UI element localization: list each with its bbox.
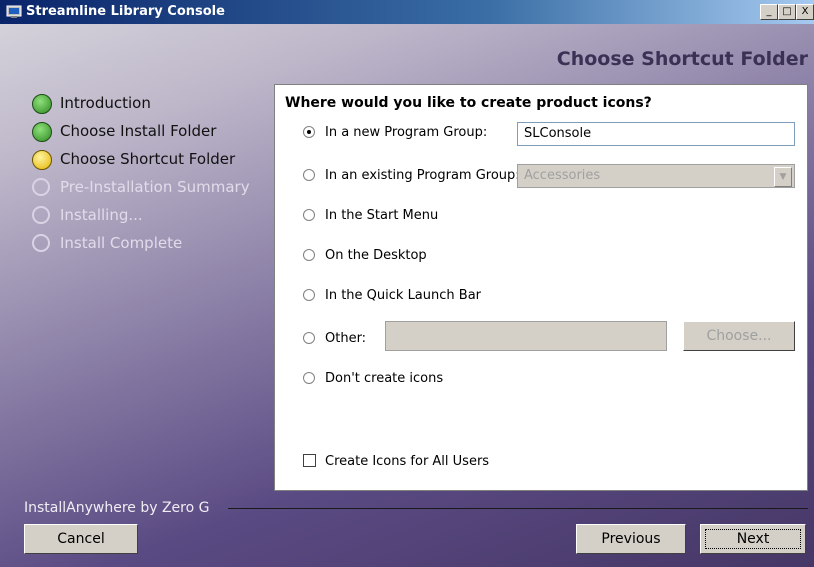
existing-program-group-value: Accessories (524, 168, 601, 183)
chevron-down-icon[interactable]: ▼ (774, 167, 792, 187)
step-label: Introduction (60, 94, 151, 112)
options-panel: Where would you like to create product i… (274, 84, 808, 491)
step-label: Choose Install Folder (60, 122, 217, 140)
installer-window: Streamline Library Console _ □ X Choose … (0, 0, 814, 567)
option-label: In an existing Program Group: (325, 168, 520, 183)
previous-button[interactable]: Previous (576, 524, 686, 554)
step-label: Installing... (60, 206, 143, 224)
radio-icon[interactable] (303, 249, 315, 261)
empty-circle-icon (32, 178, 50, 196)
new-program-group-input[interactable]: SLConsole (517, 122, 795, 146)
step-label: Choose Shortcut Folder (60, 150, 236, 168)
all-users-checkbox[interactable] (303, 454, 316, 467)
radio-icon[interactable] (303, 209, 315, 221)
step-header: Choose Shortcut Folder (556, 48, 808, 70)
radio-icon[interactable] (303, 372, 315, 384)
option-label: On the Desktop (325, 248, 427, 263)
option-label: In the Quick Launch Bar (325, 288, 481, 303)
radio-selected-icon[interactable] (303, 126, 315, 138)
existing-program-group-select[interactable]: Accessories ▼ (517, 164, 795, 188)
vendor-label: InstallAnywhere by Zero G (24, 500, 210, 516)
arrow-right-icon (32, 150, 52, 170)
step-label: Pre-Installation Summary (60, 178, 250, 196)
option-label: Don't create icons (325, 371, 444, 386)
app-icon (6, 5, 22, 18)
empty-circle-icon (32, 234, 50, 252)
next-button[interactable]: Next (700, 524, 806, 554)
close-button[interactable]: X (796, 4, 814, 20)
radio-icon[interactable] (303, 289, 315, 301)
window-title: Streamline Library Console (26, 4, 225, 19)
option-label: Other: (325, 331, 367, 346)
panel-question: Where would you like to create product i… (285, 95, 652, 111)
minimize-button[interactable]: _ (760, 4, 778, 20)
check-icon (32, 94, 52, 114)
choose-button[interactable]: Choose... (683, 321, 795, 351)
option-label: In a new Program Group: (325, 125, 488, 140)
check-icon (32, 122, 52, 142)
maximize-button[interactable]: □ (778, 4, 796, 20)
radio-icon[interactable] (303, 332, 315, 344)
step-label: Install Complete (60, 234, 183, 252)
empty-circle-icon (32, 206, 50, 224)
other-path-input[interactable] (385, 321, 667, 351)
title-bar[interactable]: Streamline Library Console _ □ X (0, 0, 814, 24)
cancel-button[interactable]: Cancel (24, 524, 138, 554)
all-users-label: Create Icons for All Users (325, 454, 490, 469)
option-label: In the Start Menu (325, 208, 439, 223)
footer-divider (228, 508, 808, 509)
radio-icon[interactable] (303, 169, 315, 181)
